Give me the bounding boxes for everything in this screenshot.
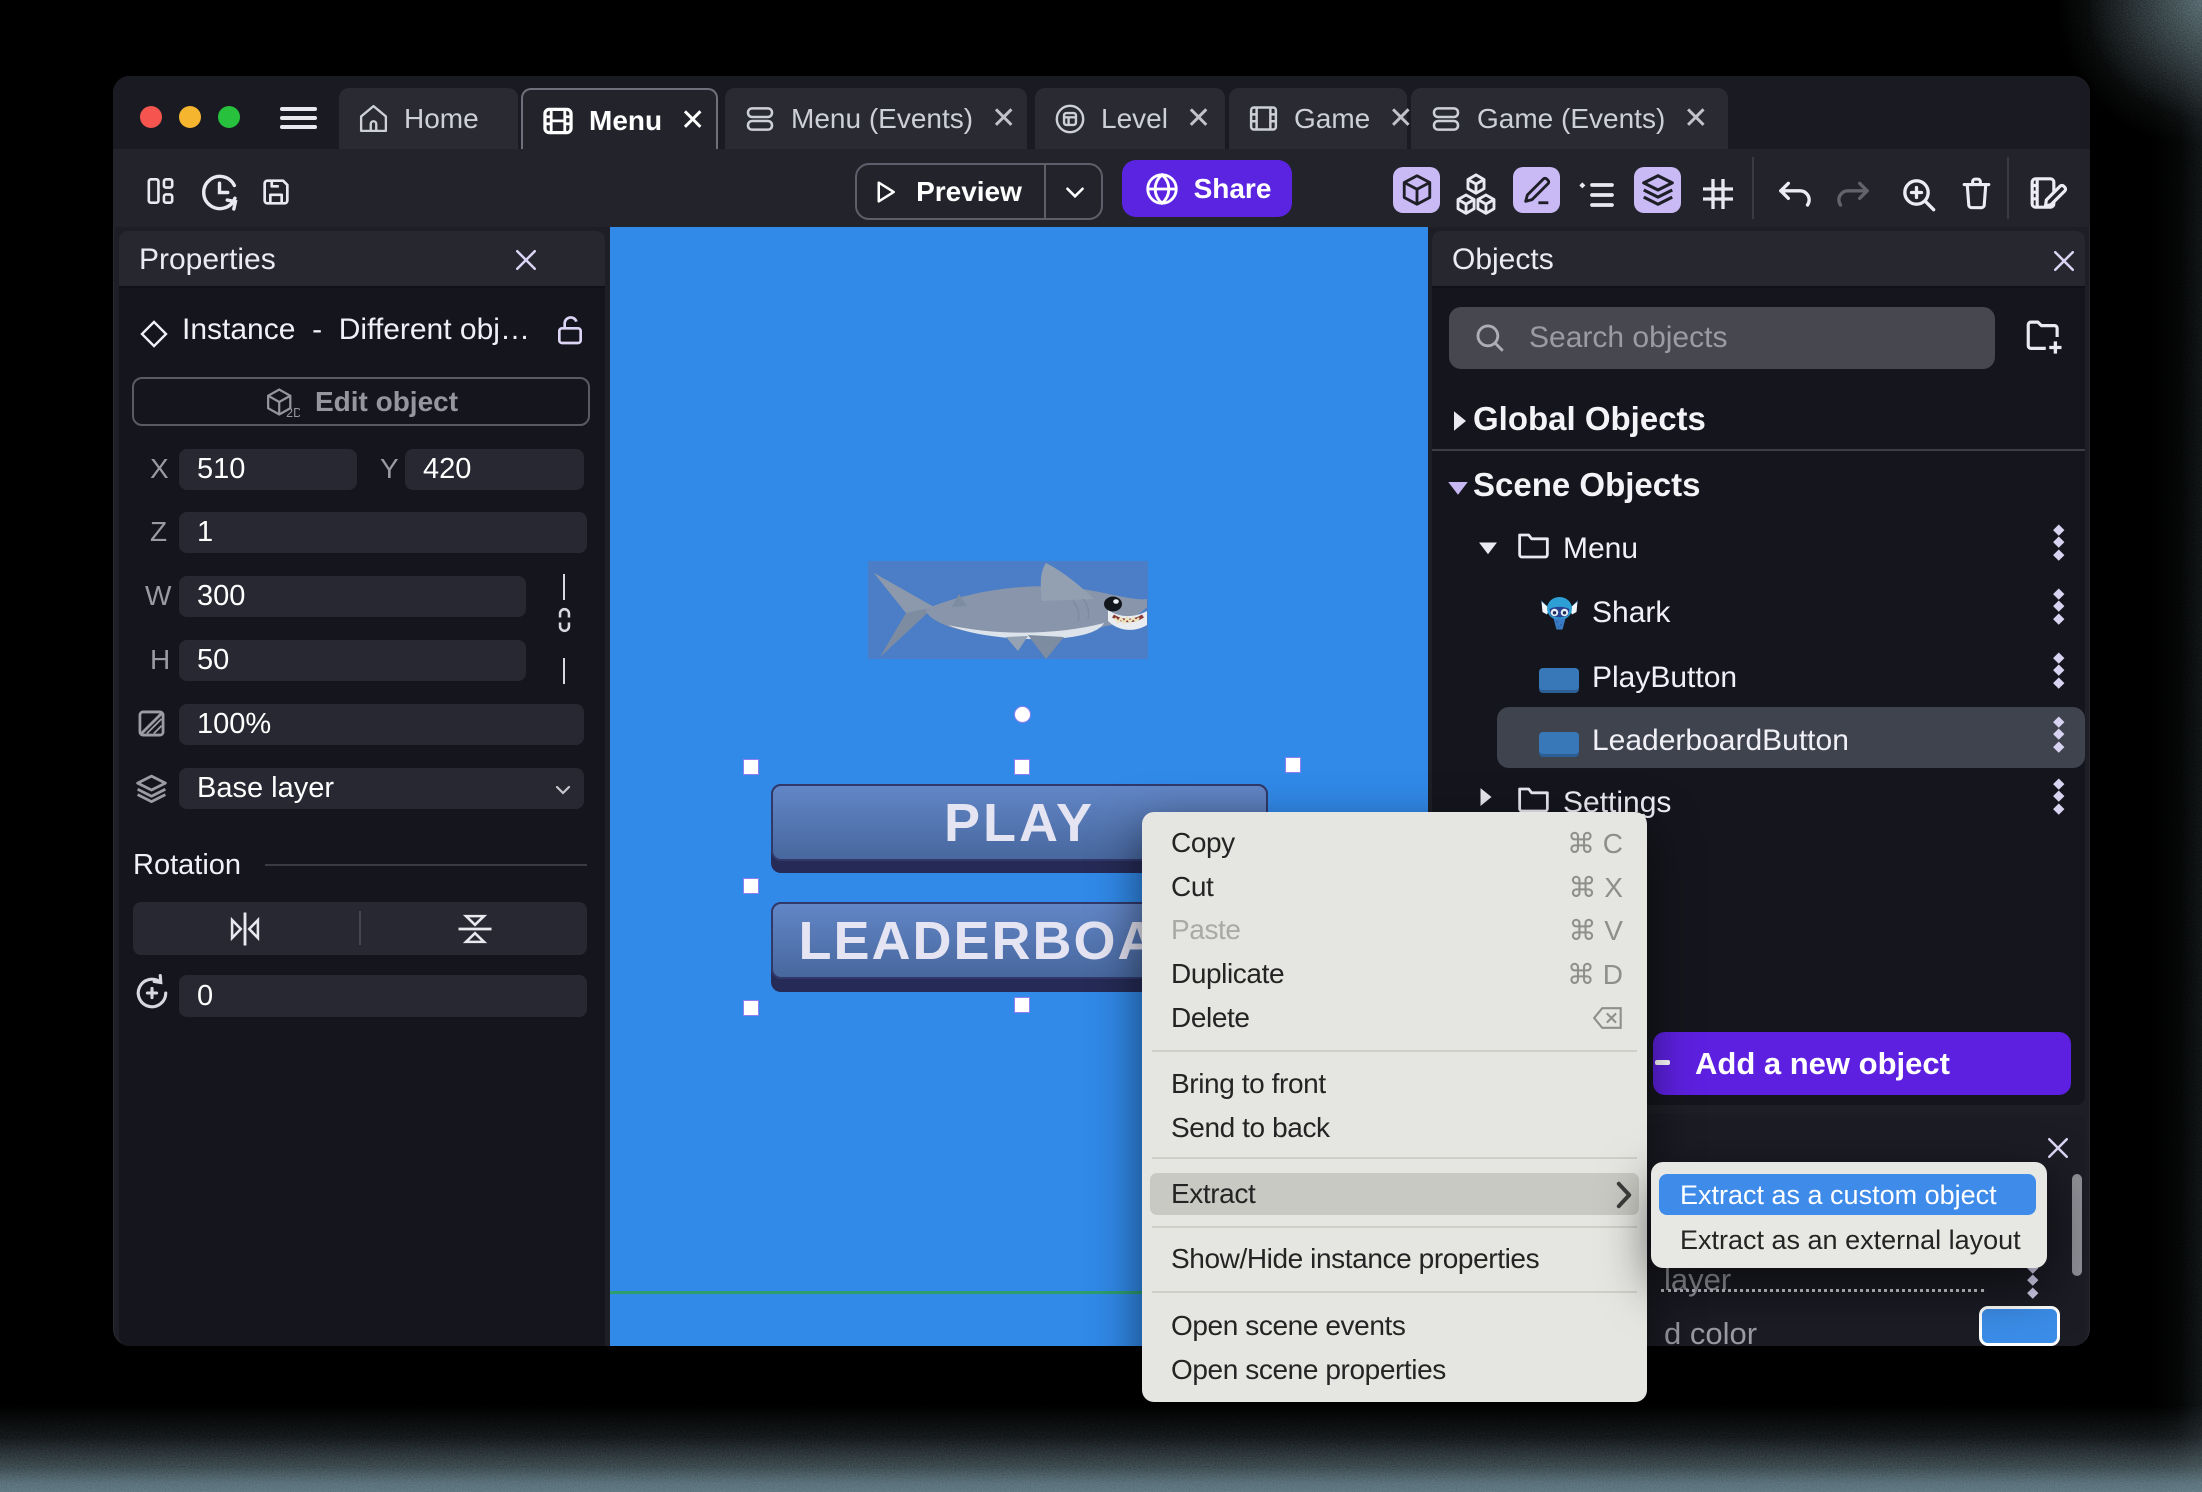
svg-text:2D: 2D — [286, 406, 300, 419]
